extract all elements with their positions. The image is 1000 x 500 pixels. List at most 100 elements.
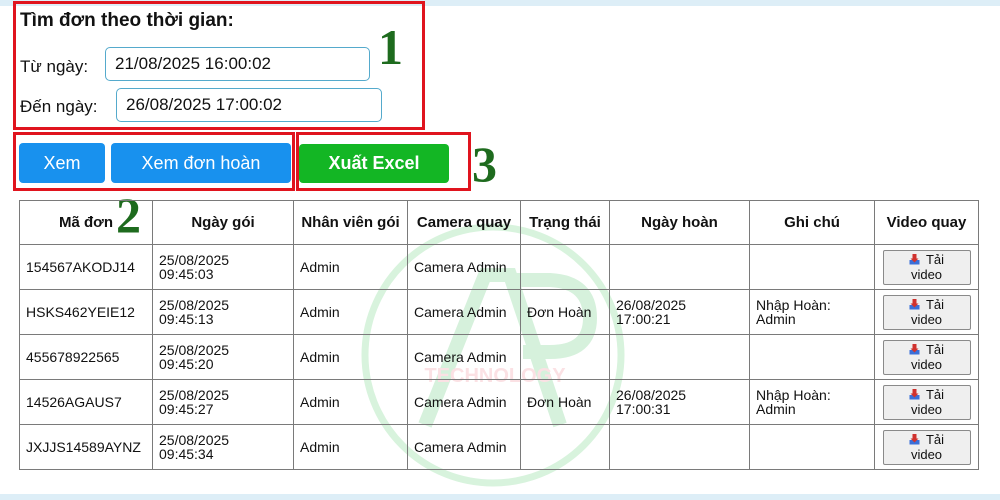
packer-cell: Admin — [293, 244, 408, 290]
camera-name: Camera Admin — [414, 304, 507, 320]
table-row: 455678922565 25/08/2025 09:45:20 Admin C… — [19, 334, 979, 380]
column-header-pack-date: Ngày gói — [152, 200, 294, 245]
pack-date-cell: 25/08/2025 09:45:27 — [152, 379, 294, 425]
table-row: 14526AGAUS7 25/08/2025 09:45:27 Admin Ca… — [19, 379, 979, 425]
packer-name: Admin — [300, 349, 340, 365]
pack-time: 09:45:03 — [159, 266, 214, 282]
note-cell: Nhập Hoàn: Admin — [749, 379, 875, 425]
packer-name: Admin — [300, 259, 340, 275]
return-time: 17:00:21 — [616, 311, 671, 327]
camera-cell: Camera Admin — [407, 334, 521, 380]
download-icon — [909, 344, 920, 355]
camera-name: Camera Admin — [414, 439, 507, 455]
status-cell — [520, 244, 610, 290]
column-header-return-date: Ngày hoàn — [609, 200, 750, 245]
packer-cell: Admin — [293, 424, 408, 470]
note-line-1: Nhập Hoàn: — [756, 387, 831, 403]
return-date-cell: 26/08/2025 17:00:31 — [609, 379, 750, 425]
download-icon — [909, 254, 920, 265]
camera-cell: Camera Admin — [407, 289, 521, 335]
note-cell — [749, 334, 875, 380]
order-code-cell: 14526AGAUS7 — [19, 379, 153, 425]
download-label-2: video — [910, 267, 943, 282]
order-code: 154567AKODJ14 — [26, 259, 135, 275]
note-line-2: Admin — [756, 311, 796, 327]
video-cell: Tải video — [874, 244, 979, 290]
packer-cell: Admin — [293, 334, 408, 380]
download-label-1: Tải — [925, 252, 945, 267]
pack-time: 09:45:20 — [159, 356, 214, 372]
download-label-1: Tải — [925, 342, 945, 357]
packer-name: Admin — [300, 304, 340, 320]
view-button[interactable]: Xem — [19, 143, 105, 183]
pack-date: 25/08/2025 — [159, 387, 230, 403]
to-date-input[interactable] — [116, 88, 382, 122]
return-date: 26/08/2025 — [616, 297, 687, 313]
status-cell: Đơn Hoàn — [520, 379, 610, 425]
video-cell: Tải video — [874, 334, 979, 380]
pack-date-cell: 25/08/2025 09:45:13 — [152, 289, 294, 335]
order-code: JXJJS14589AYNZ — [26, 439, 141, 455]
export-excel-button[interactable]: Xuất Excel — [299, 144, 449, 183]
download-video-button[interactable]: Tải video — [882, 249, 971, 285]
order-code-cell: 455678922565 — [19, 334, 153, 380]
status-cell — [520, 424, 610, 470]
camera-cell: Camera Admin — [407, 379, 521, 425]
packer-cell: Admin — [293, 379, 408, 425]
order-code: 14526AGAUS7 — [26, 394, 122, 410]
download-label-2: video — [910, 402, 943, 417]
status-text: Đơn Hoàn — [527, 304, 592, 320]
download-label-1: Tải — [925, 387, 945, 402]
pack-date: 25/08/2025 — [159, 297, 230, 313]
annotation-number-3: 3 — [472, 136, 497, 192]
annotation-number-1: 1 — [378, 19, 403, 75]
download-video-button[interactable]: Tải video — [882, 384, 971, 420]
order-code: 455678922565 — [26, 349, 120, 365]
download-label-2: video — [910, 312, 943, 327]
pack-time: 09:45:13 — [159, 311, 214, 327]
order-code-cell: JXJJS14589AYNZ — [19, 424, 153, 470]
status-cell: Đơn Hoàn — [520, 289, 610, 335]
order-code: HSKS462YEIE12 — [26, 304, 135, 320]
pack-date: 25/08/2025 — [159, 342, 230, 358]
pack-date-cell: 25/08/2025 09:45:03 — [152, 244, 294, 290]
download-label-2: video — [910, 447, 943, 462]
order-code-cell: 154567AKODJ14 — [19, 244, 153, 290]
camera-cell: Camera Admin — [407, 244, 521, 290]
video-cell: Tải video — [874, 424, 979, 470]
download-icon — [909, 299, 920, 310]
packer-cell: Admin — [293, 289, 408, 335]
status-cell — [520, 334, 610, 380]
download-video-button[interactable]: Tải video — [882, 294, 971, 330]
table-row: HSKS462YEIE12 25/08/2025 09:45:13 Admin … — [19, 289, 979, 335]
view-returns-button[interactable]: Xem đơn hoàn — [111, 143, 291, 183]
download-label-1: Tải — [925, 297, 945, 312]
return-time: 17:00:31 — [616, 401, 671, 417]
column-header-camera: Camera quay — [407, 200, 521, 245]
download-label-1: Tải — [925, 432, 945, 447]
camera-name: Camera Admin — [414, 349, 507, 365]
camera-name: Camera Admin — [414, 394, 507, 410]
note-cell: Nhập Hoàn: Admin — [749, 289, 875, 335]
bottom-strip — [0, 494, 1000, 500]
note-line-2: Admin — [756, 401, 796, 417]
pack-date-cell: 25/08/2025 09:45:20 — [152, 334, 294, 380]
order-code-cell: HSKS462YEIE12 — [19, 289, 153, 335]
camera-cell: Camera Admin — [407, 424, 521, 470]
table-row: 154567AKODJ14 25/08/2025 09:45:03 Admin … — [19, 244, 979, 290]
note-line-1: Nhập Hoàn: — [756, 297, 831, 313]
return-date-cell — [609, 424, 750, 470]
pack-time: 09:45:27 — [159, 401, 214, 417]
to-date-label: Đến ngày: — [20, 97, 98, 116]
pack-date: 25/08/2025 — [159, 432, 230, 448]
camera-name: Camera Admin — [414, 259, 507, 275]
search-title: Tìm đơn theo thời gian: — [20, 10, 234, 31]
download-label-2: video — [910, 357, 943, 372]
table-row: JXJJS14589AYNZ 25/08/2025 09:45:34 Admin… — [19, 424, 979, 470]
column-header-status: Trạng thái — [520, 200, 610, 245]
download-video-button[interactable]: Tải video — [882, 339, 971, 375]
download-video-button[interactable]: Tải video — [882, 429, 971, 465]
orders-table: Mã đơn Ngày gói Nhân viên gói Camera qua… — [19, 200, 979, 470]
from-date-input[interactable] — [105, 47, 370, 81]
pack-date: 25/08/2025 — [159, 252, 230, 268]
